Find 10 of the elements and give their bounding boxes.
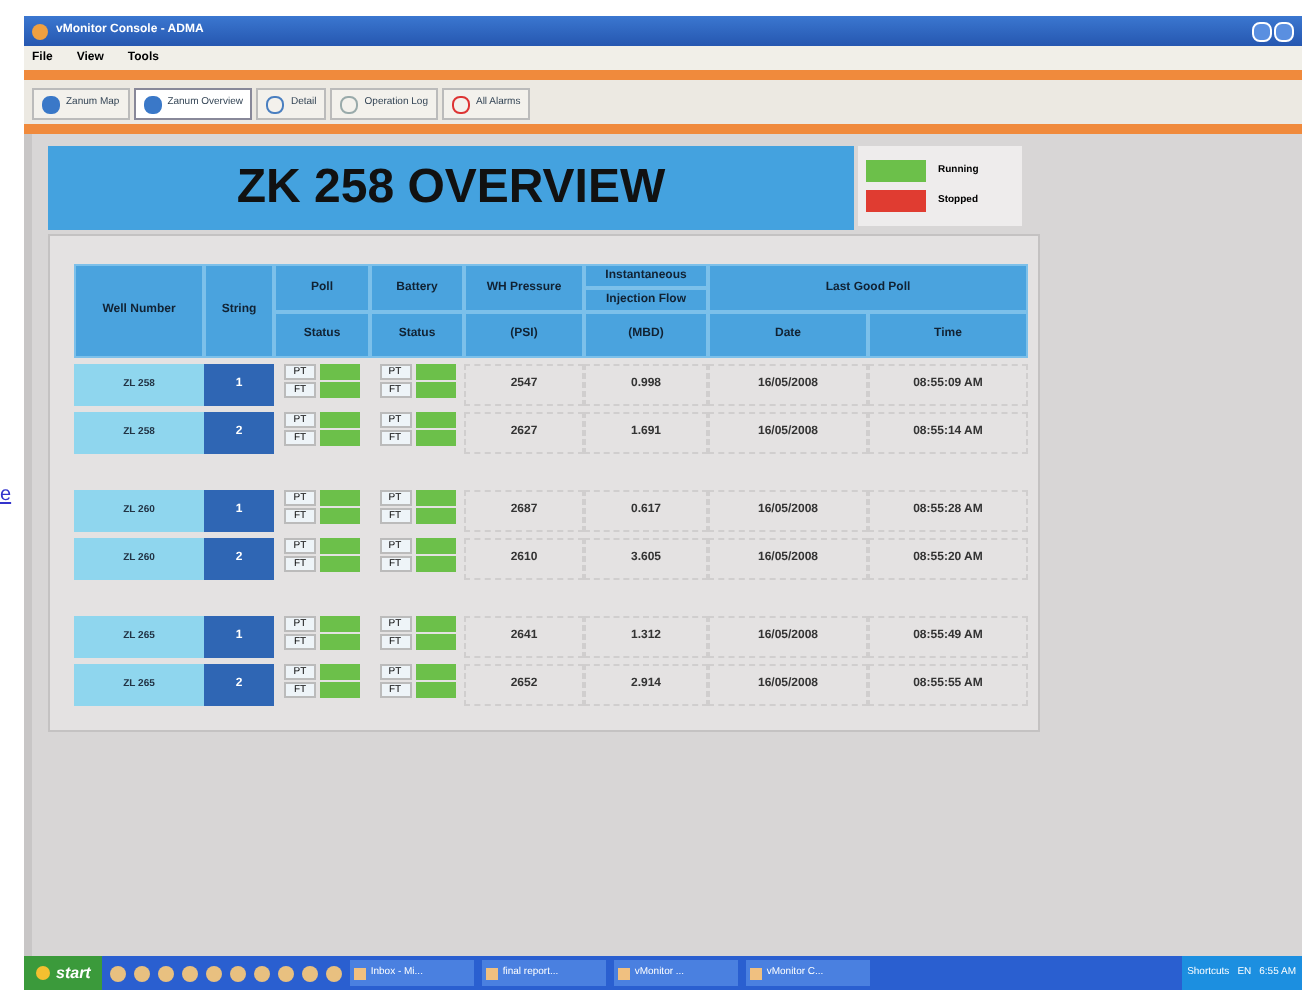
window-icon bbox=[618, 967, 631, 979]
page-link[interactable]: e bbox=[0, 480, 24, 510]
window-icon bbox=[354, 967, 367, 979]
start-button[interactable]: start bbox=[24, 956, 103, 990]
window-icon bbox=[486, 967, 499, 979]
overview-title: ZK 258 OVERVIEW bbox=[236, 158, 666, 218]
globe-icon bbox=[143, 95, 162, 113]
window-icon bbox=[750, 967, 763, 979]
app-icon bbox=[32, 23, 48, 39]
globe-icon bbox=[42, 95, 60, 113]
